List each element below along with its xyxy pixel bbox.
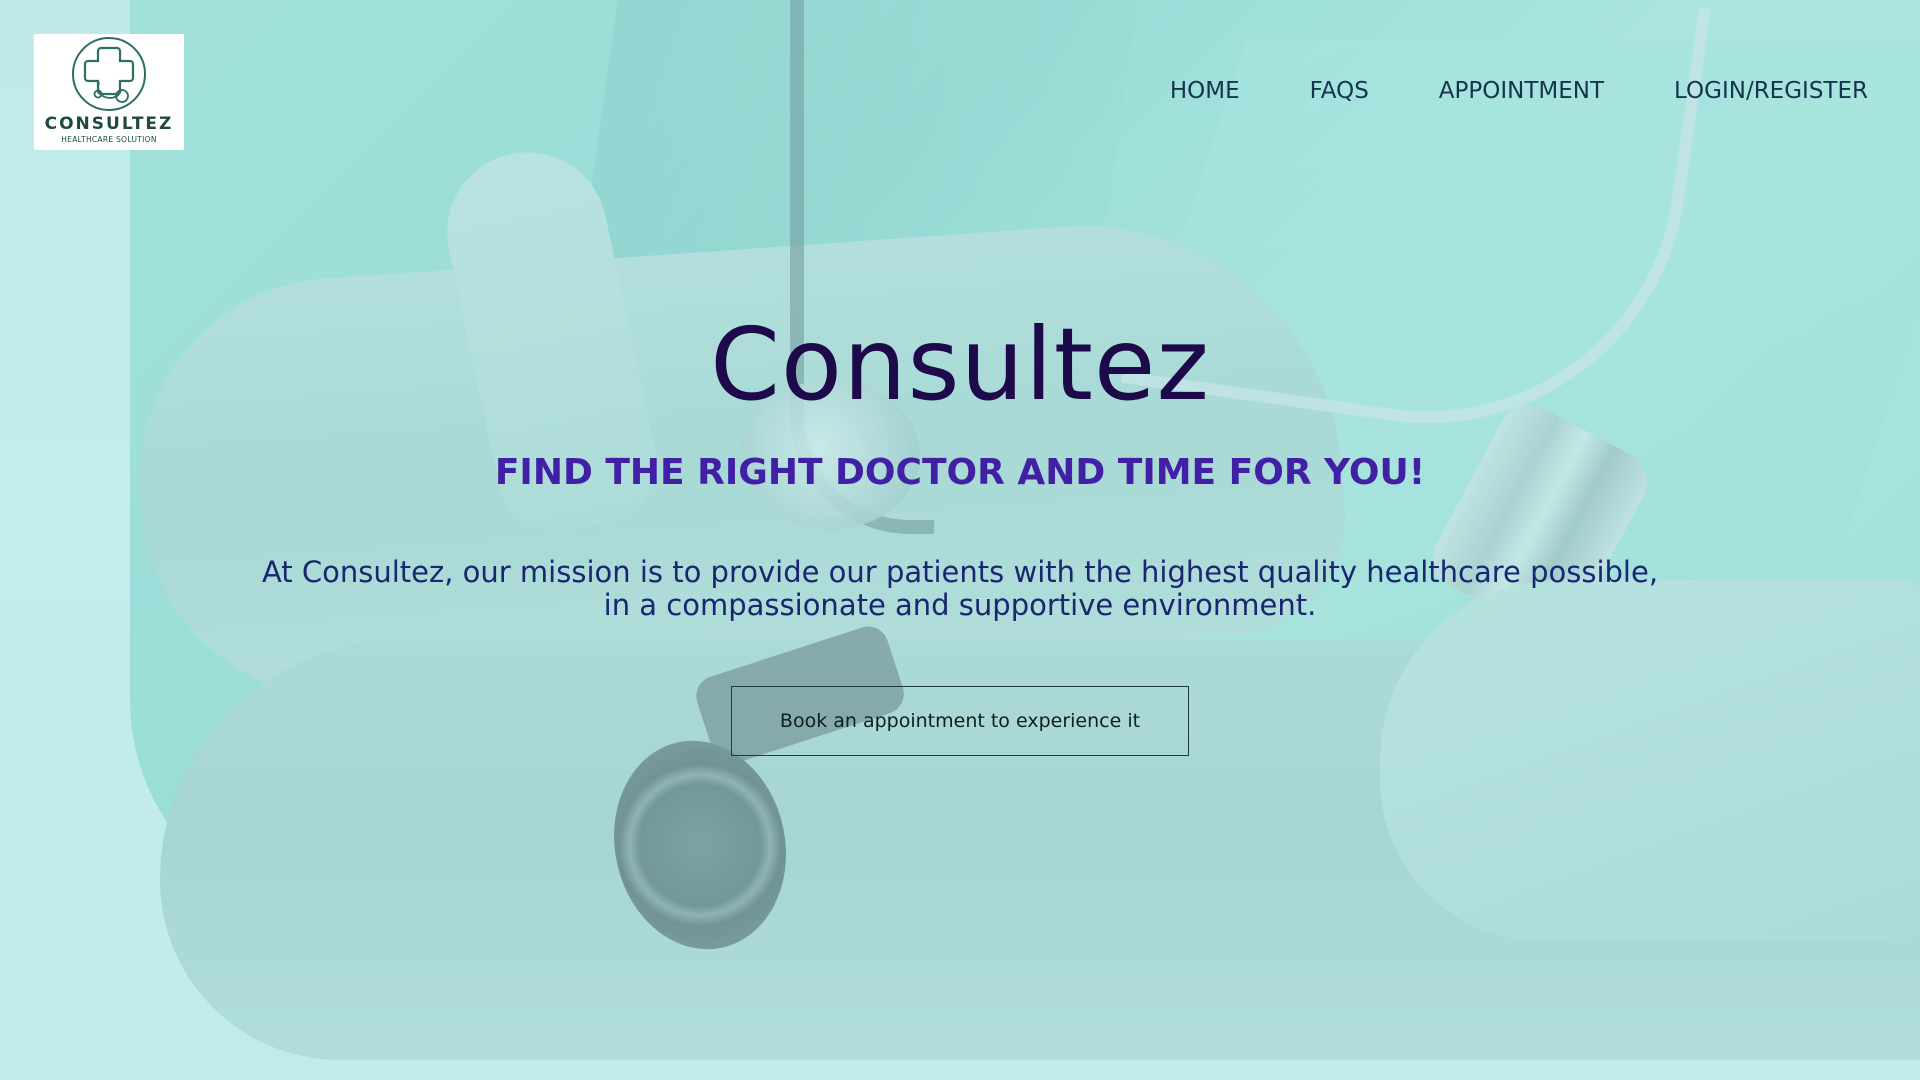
hero-title: Consultez bbox=[710, 306, 1210, 423]
logo-tagline: HEALTHCARE SOLUTION bbox=[61, 135, 157, 144]
nav-faqs[interactable]: FAQS bbox=[1310, 78, 1369, 104]
mission-statement: At Consultez, our mission is to provide … bbox=[250, 556, 1670, 622]
mission-line-1: At Consultez, our mission is to provide … bbox=[261, 555, 1659, 589]
hero-tagline: FIND THE RIGHT DOCTOR AND TIME FOR YOU! bbox=[494, 452, 1426, 493]
nav-appointment[interactable]: APPOINTMENT bbox=[1439, 78, 1604, 104]
book-appointment-button[interactable]: Book an appointment to experience it bbox=[731, 686, 1189, 756]
logo-wordmark: CONSULTEZ bbox=[44, 114, 174, 134]
main-nav: HOME FAQS APPOINTMENT LOGIN/REGISTER bbox=[1170, 78, 1868, 104]
medical-cross-stethoscope-icon bbox=[72, 37, 146, 111]
nav-login-register[interactable]: LOGIN/REGISTER bbox=[1674, 78, 1868, 104]
hero-section: Consultez FIND THE RIGHT DOCTOR AND TIME… bbox=[0, 300, 1920, 756]
nav-home[interactable]: HOME bbox=[1170, 78, 1240, 104]
site-logo[interactable]: CONSULTEZ HEALTHCARE SOLUTION bbox=[34, 34, 184, 150]
mission-line-2: in a compassionate and supportive enviro… bbox=[603, 588, 1317, 622]
